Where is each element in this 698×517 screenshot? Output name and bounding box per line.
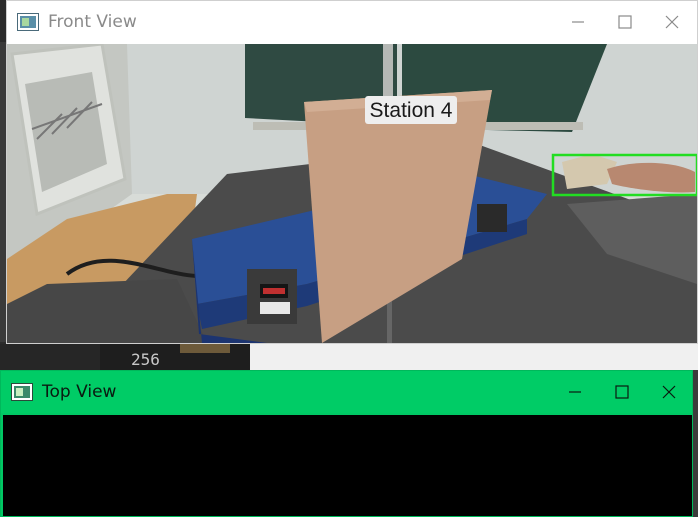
maximize-icon (614, 385, 629, 399)
minimize-button[interactable] (551, 371, 598, 413)
background-number: 256 (131, 350, 160, 369)
camera-feed-top (3, 415, 692, 516)
background-thumbnail (180, 344, 230, 353)
minimize-button[interactable] (554, 1, 601, 43)
app-window-icon (17, 13, 39, 31)
close-icon (665, 15, 678, 29)
top-view-titlebar[interactable]: Top View (1, 371, 692, 413)
maximize-icon (617, 15, 632, 29)
mount-pole (383, 44, 393, 104)
front-view-window[interactable]: Front View Station 4 (6, 0, 698, 344)
top-view-window[interactable]: Top View (0, 370, 693, 517)
window-title: Top View (42, 382, 117, 402)
close-button[interactable] (648, 1, 695, 43)
front-view-titlebar[interactable]: Front View (7, 1, 697, 43)
minimize-icon (568, 391, 581, 393)
station-sign-text: Station 4 (370, 99, 453, 122)
maximize-button[interactable] (598, 371, 645, 413)
minimize-icon (571, 21, 584, 23)
camera-feed-front: Station 4 (7, 44, 697, 343)
close-icon (662, 385, 675, 399)
maximize-button[interactable] (601, 1, 648, 43)
camera-scene: Station 4 (7, 44, 697, 343)
app-window-icon (11, 383, 33, 401)
desktop-edge-right (693, 370, 698, 517)
window-title: Front View (48, 12, 137, 32)
close-button[interactable] (645, 371, 692, 413)
